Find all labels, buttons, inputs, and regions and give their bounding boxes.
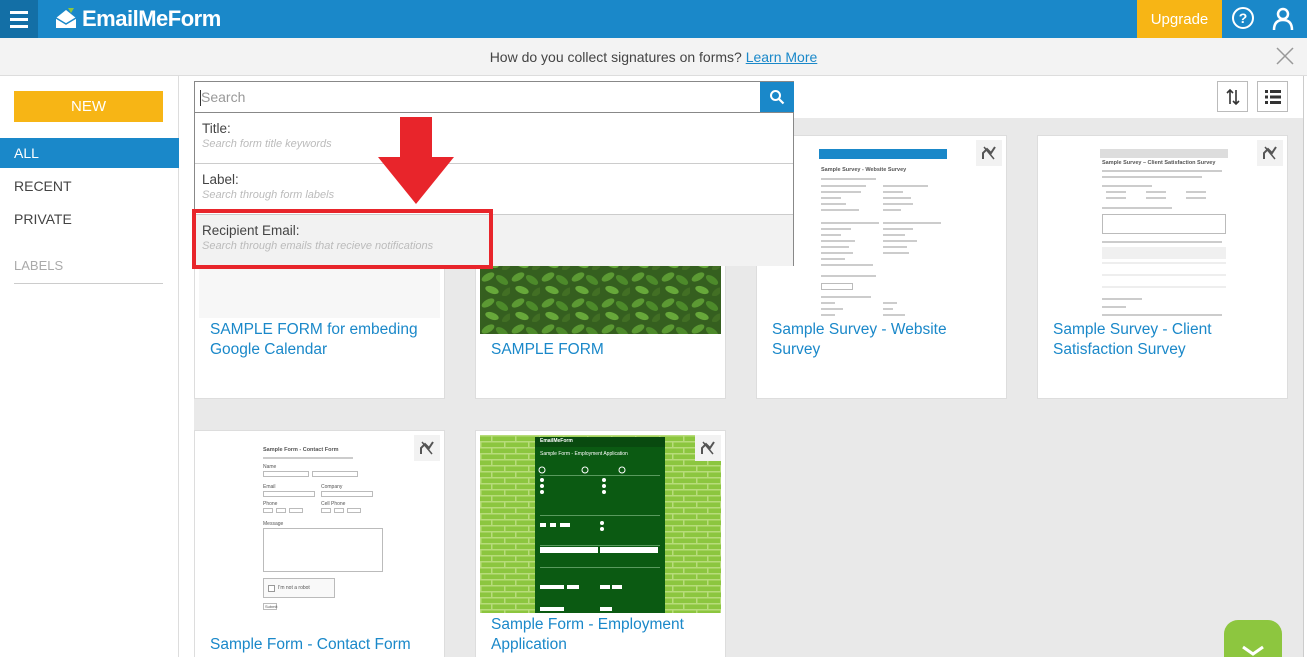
arrow-down-icon	[378, 117, 454, 204]
no-analytics-icon	[982, 146, 996, 160]
card-tile[interactable]	[1257, 140, 1283, 166]
new-form-button[interactable]: NEW	[14, 91, 163, 122]
notice-bar: How do you collect signatures on forms? …	[0, 38, 1307, 76]
form-title[interactable]: SAMPLE FORM	[491, 340, 716, 360]
form-thumbnail: Sample Survey – Client Satisfaction Surv…	[1042, 140, 1283, 318]
highlight-box	[192, 209, 493, 269]
search-input[interactable]	[195, 82, 760, 112]
sort-button[interactable]	[1217, 81, 1248, 112]
form-title[interactable]: Sample Survey - Client Satisfaction Surv…	[1053, 320, 1278, 360]
logo-envelope-icon	[55, 8, 77, 28]
divider	[14, 283, 163, 284]
thumbnail-heading: Sample Survey – Client Satisfaction Surv…	[1102, 160, 1216, 166]
thumbnail-logo-text: EmailMeForm	[540, 438, 573, 444]
list-view-icon	[1264, 89, 1281, 104]
search-box	[194, 81, 794, 113]
thumbnail-field-label: Name	[263, 464, 277, 470]
form-thumbnail: Sample Survey - Website Survey	[761, 140, 1002, 318]
option-label: Label:	[202, 172, 239, 187]
logo-text: EmailMeForm	[82, 6, 221, 31]
form-title[interactable]: Sample Form - Contact Form	[210, 635, 435, 655]
form-title[interactable]: SAMPLE FORM for embeding Google Calendar	[210, 320, 435, 360]
search-button[interactable]	[760, 82, 794, 112]
form-card[interactable]: EmailMeForm Sample Form - Employment App…	[475, 430, 726, 657]
form-title[interactable]: Sample Form - Employment Application	[491, 615, 716, 655]
list-view-button[interactable]	[1257, 81, 1288, 112]
scrollbar[interactable]	[1303, 76, 1307, 657]
thumbnail-field-label: Phone	[263, 501, 278, 507]
thumbnail-field-label: Cell Phone	[321, 501, 346, 507]
sidebar-item-private[interactable]: PRIVATE	[0, 204, 179, 234]
card-tile[interactable]	[414, 435, 440, 461]
card-tile[interactable]	[976, 140, 1002, 166]
hamburger-menu-icon[interactable]	[0, 0, 38, 38]
thumbnail-field-label: Message	[263, 521, 284, 527]
search-icon	[770, 90, 785, 105]
thumbnail-heading: Sample Form - Employment Application	[540, 451, 628, 457]
thumbnail-field-label: Email	[263, 484, 276, 490]
brick-pattern-thumbnail	[480, 435, 721, 613]
sidebar-item-all[interactable]: ALL	[0, 138, 179, 168]
thumbnail-field-label: Company	[321, 484, 343, 490]
help-icon[interactable]: ?	[1232, 7, 1254, 29]
form-thumbnail: Sample Form - Contact Form Name Email Co…	[199, 435, 440, 613]
text-cursor	[200, 90, 201, 106]
sort-icon	[1225, 88, 1240, 105]
notice-text: How do you collect signatures on forms?	[489, 49, 742, 65]
user-account-icon[interactable]	[1272, 7, 1294, 31]
chevron-down-icon	[1242, 645, 1264, 656]
search-option-title[interactable]: Title: Search form title keywords	[195, 113, 793, 164]
top-bar: EmailMeForm Upgrade ?	[0, 0, 1307, 38]
thumbnail-heading: Sample Form - Contact Form	[263, 447, 339, 453]
card-tile[interactable]	[695, 435, 721, 461]
upgrade-button[interactable]: Upgrade	[1137, 0, 1222, 38]
thumbnail-heading: Sample Survey - Website Survey	[821, 167, 907, 173]
form-card[interactable]: Sample Survey – Client Satisfaction Surv…	[1037, 135, 1288, 399]
form-title[interactable]: Sample Survey - Website Survey	[772, 320, 997, 360]
form-card[interactable]: Sample Form - Contact Form Name Email Co…	[194, 430, 445, 657]
thumbnail-submit-label: Submit	[265, 604, 278, 609]
app-logo[interactable]: EmailMeForm	[54, 4, 221, 34]
labels-heading[interactable]: LABELS	[14, 258, 63, 273]
no-analytics-icon	[420, 441, 434, 455]
option-hint: Search through form labels	[202, 189, 335, 201]
chat-widget-button[interactable]	[1224, 620, 1282, 657]
close-icon[interactable]	[1275, 46, 1295, 66]
learn-more-link[interactable]: Learn More	[746, 49, 818, 65]
option-label: Title:	[202, 121, 231, 136]
sidebar: NEW ALL RECENT PRIVATE LABELS	[0, 76, 179, 657]
no-analytics-icon	[701, 441, 715, 455]
no-analytics-icon	[1263, 146, 1277, 160]
form-thumbnail: EmailMeForm Sample Form - Employment App…	[480, 435, 721, 613]
search-option-label[interactable]: Label: Search through form labels	[195, 164, 793, 215]
sidebar-item-recent[interactable]: RECENT	[0, 171, 179, 201]
thumbnail-captcha-label: I'm not a robot	[278, 585, 310, 591]
option-hint: Search form title keywords	[202, 138, 332, 150]
